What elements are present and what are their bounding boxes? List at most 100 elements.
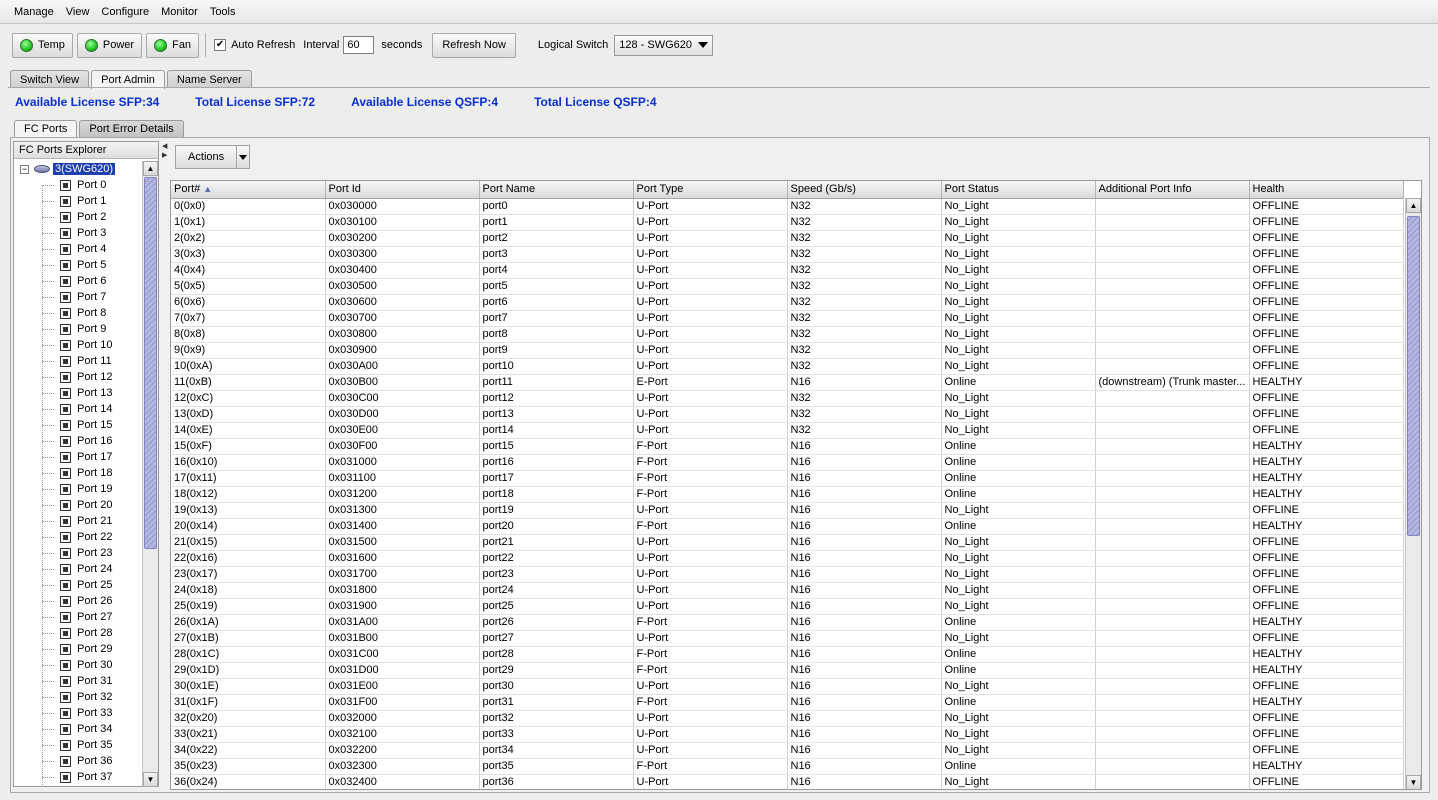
column-header-port-name[interactable]: Port Name [479, 181, 634, 199]
table-row[interactable]: 24(0x18) 0x031800 port24 U-Port N16 No_Light O… [171, 582, 1404, 599]
tree-item-port[interactable]: Port 13 [14, 385, 142, 401]
tab-port-error-details[interactable]: Port Error Details [79, 120, 184, 137]
tree-item-port[interactable]: Port 35 [14, 737, 142, 753]
table-row[interactable]: 4(0x4) 0x030400 port4 U-Port N32 No_Light OFFL… [171, 262, 1404, 279]
menu-monitor[interactable]: Monitor [161, 6, 198, 18]
auto-refresh-checkbox[interactable]: ✔ [214, 39, 227, 51]
table-row[interactable]: 28(0x1C) 0x031C00 port28 F-Port N16 Online HEA… [171, 646, 1404, 663]
scroll-down-icon[interactable]: ▼ [143, 772, 158, 787]
table-row[interactable]: 17(0x11) 0x031100 port17 F-Port N16 Online HEA… [171, 470, 1404, 487]
table-row[interactable]: 20(0x14) 0x031400 port20 F-Port N16 Online HEA… [171, 518, 1404, 535]
table-row[interactable]: 33(0x21) 0x032100 port33 U-Port N16 No_Light O… [171, 726, 1404, 743]
table-row[interactable]: 5(0x5) 0x030500 port5 U-Port N32 No_Light OFFL… [171, 278, 1404, 295]
tree-item-port[interactable]: Port 6 [14, 273, 142, 289]
table-row[interactable]: 25(0x19) 0x031900 port25 U-Port N16 No_Light O… [171, 598, 1404, 615]
table-row[interactable]: 13(0xD) 0x030D00 port13 U-Port N32 No_Light OF… [171, 406, 1404, 423]
tree-item-port[interactable]: Port 25 [14, 577, 142, 593]
tree-item-port[interactable]: Port 21 [14, 513, 142, 529]
table-row[interactable]: 15(0xF) 0x030F00 port15 F-Port N16 Online HEAL… [171, 438, 1404, 455]
collapse-icon[interactable]: − [20, 164, 29, 174]
table-row[interactable]: 1(0x1) 0x030100 port1 U-Port N32 No_Light OFFL… [171, 214, 1404, 231]
tab-switch-view[interactable]: Switch View [10, 70, 90, 88]
tree-item-port[interactable]: Port 36 [14, 753, 142, 769]
tree-item-port[interactable]: Port 33 [14, 705, 142, 721]
scroll-thumb[interactable] [1407, 216, 1420, 536]
column-header-speed[interactable]: Speed (Gb/s) [787, 181, 942, 199]
tree-item-port[interactable]: Port 0 [14, 177, 142, 193]
table-row[interactable]: 18(0x12) 0x031200 port18 F-Port N16 Online HEA… [171, 486, 1404, 503]
tree-item-port[interactable]: Port 15 [14, 417, 142, 433]
table-row[interactable]: 8(0x8) 0x030800 port8 U-Port N32 No_Light OFFL… [171, 326, 1404, 343]
tree-root-node[interactable]: − 3(SWG620) [14, 161, 142, 177]
tree-item-port[interactable]: Port 19 [14, 481, 142, 497]
column-header-port-type[interactable]: Port Type [633, 181, 788, 199]
table-row[interactable]: 6(0x6) 0x030600 port6 U-Port N32 No_Light OFFL… [171, 294, 1404, 311]
tree-item-port[interactable]: Port 10 [14, 337, 142, 353]
tree-item-port[interactable]: Port 29 [14, 641, 142, 657]
tree-item-port[interactable]: Port 34 [14, 721, 142, 737]
explorer-scrollbar[interactable]: ▲ ▼ [142, 161, 158, 787]
tree-item-port[interactable]: Port 1 [14, 193, 142, 209]
column-header-port-status[interactable]: Port Status [941, 181, 1096, 199]
table-row[interactable]: 23(0x17) 0x031700 port23 U-Port N16 No_Light O… [171, 566, 1404, 583]
table-row[interactable]: 35(0x23) 0x032300 port35 F-Port N16 Online HEA… [171, 758, 1404, 775]
tree-item-port[interactable]: Port 9 [14, 321, 142, 337]
table-row[interactable]: 30(0x1E) 0x031E00 port30 U-Port N16 No_Light O… [171, 678, 1404, 695]
tree-item-port[interactable]: Port 3 [14, 225, 142, 241]
tree-item-port[interactable]: Port 17 [14, 449, 142, 465]
table-row[interactable]: 16(0x10) 0x031000 port16 F-Port N16 Online HEA… [171, 454, 1404, 471]
table-row[interactable]: 3(0x3) 0x030300 port3 U-Port N32 No_Light OFFL… [171, 246, 1404, 263]
menu-view[interactable]: View [66, 6, 90, 18]
table-row[interactable]: 9(0x9) 0x030900 port9 U-Port N32 No_Light OFFL… [171, 342, 1404, 359]
tree-item-port[interactable]: Port 8 [14, 305, 142, 321]
tree-item-port[interactable]: Port 20 [14, 497, 142, 513]
tree-item-port[interactable]: Port 24 [14, 561, 142, 577]
tab-fc-ports[interactable]: FC Ports [14, 120, 78, 137]
tree-item-port[interactable]: Port 16 [14, 433, 142, 449]
scroll-up-icon[interactable]: ▲ [1406, 198, 1421, 213]
menu-tools[interactable]: Tools [210, 6, 236, 18]
splitter-arrows-icon[interactable]: ◀ ▶ [162, 142, 167, 160]
tree-item-port[interactable]: Port 28 [14, 625, 142, 641]
column-header-port-id[interactable]: Port Id [325, 181, 480, 199]
table-row[interactable]: 32(0x20) 0x032000 port32 U-Port N16 No_Light O… [171, 710, 1404, 727]
table-row[interactable]: 36(0x24) 0x032400 port36 U-Port N16 No_Light O… [171, 774, 1404, 789]
scroll-up-icon[interactable]: ▲ [143, 161, 158, 176]
actions-dropdown[interactable] [237, 154, 249, 160]
logical-switch-select[interactable]: 128 - SWG620 [614, 34, 713, 56]
tab-name-server[interactable]: Name Server [166, 70, 252, 88]
tree-item-port[interactable]: Port 11 [14, 353, 142, 369]
tree-item-port[interactable]: Port 5 [14, 257, 142, 273]
menu-configure[interactable]: Configure [101, 6, 149, 18]
tree-item-port[interactable]: Port 2 [14, 209, 142, 225]
table-row[interactable]: 27(0x1B) 0x031B00 port27 U-Port N16 No_Light O… [171, 630, 1404, 647]
interval-input[interactable] [343, 36, 375, 54]
table-scrollbar[interactable]: ▲ ▼ [1405, 198, 1421, 789]
table-row[interactable]: 29(0x1D) 0x031D00 port29 F-Port N16 Online HEA… [171, 662, 1404, 679]
tree-item-port[interactable]: Port 14 [14, 401, 142, 417]
tree-item-port[interactable]: Port 27 [14, 609, 142, 625]
table-row[interactable]: 26(0x1A) 0x031A00 port26 F-Port N16 Online HEA… [171, 614, 1404, 631]
table-row[interactable]: 10(0xA) 0x030A00 port10 U-Port N32 No_Light OF… [171, 358, 1404, 375]
scroll-thumb[interactable] [144, 177, 157, 549]
table-row[interactable]: 14(0xE) 0x030E00 port14 U-Port N32 No_Light OF… [171, 422, 1404, 439]
table-row[interactable]: 0(0x0) 0x030000 port0 U-Port N32 No_Light OFFL… [171, 198, 1404, 215]
tree-item-port[interactable]: Port 18 [14, 465, 142, 481]
tree-item-port[interactable]: Port 37 [14, 769, 142, 785]
column-header-additional-info[interactable]: Additional Port Info [1095, 181, 1250, 199]
menu-manage[interactable]: Manage [14, 6, 54, 18]
tree-item-port[interactable]: Port 4 [14, 241, 142, 257]
tree-item-port[interactable]: Port 31 [14, 673, 142, 689]
table-row[interactable]: 11(0xB) 0x030B00 port11 E-Port N16 Online (dow… [171, 374, 1404, 391]
tree-item-port[interactable]: Port 22 [14, 529, 142, 545]
tree-item-port[interactable]: Port 7 [14, 289, 142, 305]
tree-item-port[interactable]: Port 26 [14, 593, 142, 609]
refresh-now-button[interactable]: Refresh Now [432, 32, 516, 58]
column-header-health[interactable]: Health [1249, 181, 1404, 199]
tree-item-port[interactable]: Port 32 [14, 689, 142, 705]
table-row[interactable]: 22(0x16) 0x031600 port22 U-Port N16 No_Light O… [171, 550, 1404, 567]
column-header-port-number[interactable]: Port# ▲ [171, 181, 326, 199]
table-row[interactable]: 7(0x7) 0x030700 port7 U-Port N32 No_Light OFFL… [171, 310, 1404, 327]
table-row[interactable]: 21(0x15) 0x031500 port21 U-Port N16 No_Light O… [171, 534, 1404, 551]
table-row[interactable]: 2(0x2) 0x030200 port2 U-Port N32 No_Light OFFL… [171, 230, 1404, 247]
